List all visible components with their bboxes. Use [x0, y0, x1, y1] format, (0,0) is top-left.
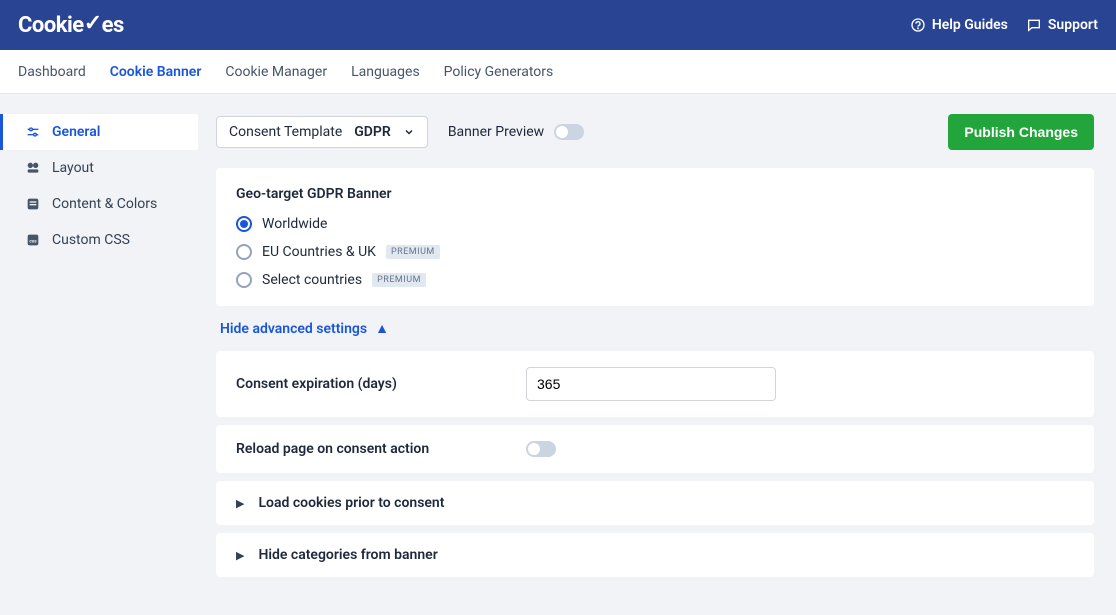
- geo-option-label: Worldwide: [262, 216, 327, 232]
- radio-icon: [236, 244, 252, 260]
- publish-changes-button[interactable]: Publish Changes: [948, 114, 1094, 150]
- template-value: GDPR: [354, 124, 391, 140]
- svg-text:css: css: [29, 240, 37, 245]
- content-icon: [24, 195, 42, 213]
- geo-target-card: Geo-target GDPR Banner Worldwide EU Coun…: [216, 168, 1094, 306]
- sidebar: General Layout Content & Colors css Cust…: [0, 94, 198, 615]
- nav-languages[interactable]: Languages: [351, 64, 420, 80]
- geo-option-select-countries[interactable]: Select countries PREMIUM: [236, 272, 1074, 288]
- hide-advanced-settings-toggle[interactable]: Hide advanced settings ▲: [216, 306, 1094, 351]
- nav-dashboard[interactable]: Dashboard: [18, 64, 86, 80]
- geo-option-eu-uk[interactable]: EU Countries & UK PREMIUM: [236, 244, 1074, 260]
- hide-categories-expand[interactable]: ▶ Hide categories from banner: [216, 533, 1094, 577]
- template-label: Consent Template: [229, 124, 342, 140]
- load-cookies-label: Load cookies prior to consent: [258, 495, 444, 511]
- chat-icon: [1026, 17, 1042, 33]
- consent-expiration-row: Consent expiration (days): [216, 351, 1094, 417]
- triangle-right-icon: ▶: [236, 497, 244, 510]
- topbar-right: Help Guides Support: [910, 17, 1098, 33]
- nav-cookie-manager[interactable]: Cookie Manager: [225, 64, 327, 80]
- banner-preview-toggle[interactable]: [554, 124, 584, 140]
- sidebar-item-content-colors[interactable]: Content & Colors: [0, 186, 198, 222]
- sidebar-item-layout[interactable]: Layout: [0, 150, 198, 186]
- load-cookies-prior-expand[interactable]: ▶ Load cookies prior to consent: [216, 481, 1094, 525]
- reload-on-consent-row: Reload page on consent action: [216, 425, 1094, 473]
- hide-categories-label: Hide categories from banner: [258, 547, 437, 563]
- radio-icon: [236, 272, 252, 288]
- geo-target-title: Geo-target GDPR Banner: [236, 186, 1074, 202]
- radio-icon: [236, 216, 252, 232]
- consent-template-select[interactable]: Consent Template GDPR: [216, 116, 428, 148]
- reload-label: Reload page on consent action: [236, 441, 526, 457]
- advanced-toggle-label: Hide advanced settings: [220, 321, 367, 337]
- banner-preview-control: Banner Preview: [448, 124, 584, 140]
- nav-cookie-banner[interactable]: Cookie Banner: [110, 64, 202, 80]
- sidebar-item-general[interactable]: General: [0, 114, 198, 150]
- support-link[interactable]: Support: [1026, 17, 1098, 33]
- geo-option-label: EU Countries & UK: [262, 244, 376, 260]
- reload-on-consent-toggle[interactable]: [526, 441, 556, 457]
- body: General Layout Content & Colors css Cust…: [0, 94, 1116, 615]
- chevron-down-icon: [403, 126, 415, 138]
- preview-label: Banner Preview: [448, 124, 544, 140]
- premium-badge: PREMIUM: [372, 273, 426, 287]
- sliders-icon: [24, 123, 42, 141]
- main-content: Consent Template GDPR Banner Preview Pub…: [198, 94, 1116, 615]
- sidebar-item-label: Layout: [52, 160, 94, 176]
- help-icon: [910, 17, 926, 33]
- geo-option-label: Select countries: [262, 272, 362, 288]
- consent-expiration-label: Consent expiration (days): [236, 376, 526, 392]
- consent-expiration-input[interactable]: [526, 367, 776, 401]
- sidebar-item-label: Custom CSS: [52, 232, 130, 248]
- css-icon: css: [24, 231, 42, 249]
- premium-badge: PREMIUM: [386, 245, 440, 259]
- topbar: Cookie✓es Help Guides Support: [0, 0, 1116, 50]
- brand-logo: Cookie✓es: [18, 13, 124, 38]
- help-guides-link[interactable]: Help Guides: [910, 17, 1008, 33]
- sidebar-item-label: Content & Colors: [52, 196, 157, 212]
- chevron-up-icon: ▲: [375, 320, 389, 337]
- layout-icon: [24, 159, 42, 177]
- toolbar: Consent Template GDPR Banner Preview Pub…: [216, 114, 1094, 150]
- nav-policy-generators[interactable]: Policy Generators: [444, 64, 554, 80]
- help-guides-label: Help Guides: [932, 17, 1008, 33]
- geo-option-worldwide[interactable]: Worldwide: [236, 216, 1074, 232]
- support-label: Support: [1048, 17, 1098, 33]
- sidebar-item-custom-css[interactable]: css Custom CSS: [0, 222, 198, 258]
- triangle-right-icon: ▶: [236, 549, 244, 562]
- main-nav: Dashboard Cookie Banner Cookie Manager L…: [0, 50, 1116, 94]
- sidebar-item-label: General: [52, 124, 100, 140]
